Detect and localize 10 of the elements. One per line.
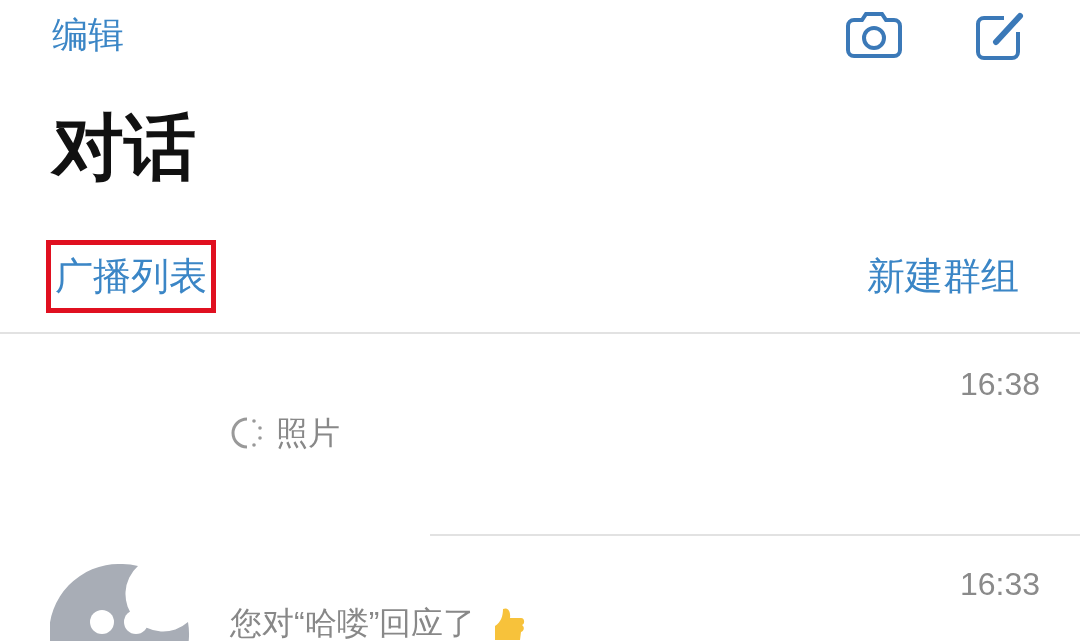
message-preview: 照片: [276, 415, 340, 451]
page-title: 对话: [52, 106, 197, 189]
broadcast-link[interactable]: 广播列表: [55, 250, 207, 302]
new-group-link[interactable]: 新建群组: [867, 250, 1019, 302]
camera-icon[interactable]: [844, 10, 904, 60]
loading-icon: [230, 416, 264, 450]
edit-button[interactable]: 编辑: [52, 10, 844, 60]
chat-time: 16:38: [959, 366, 1040, 403]
message-preview: 您对“哈喽”回应了: [230, 605, 476, 641]
chat-time: 16:33: [959, 566, 1040, 603]
